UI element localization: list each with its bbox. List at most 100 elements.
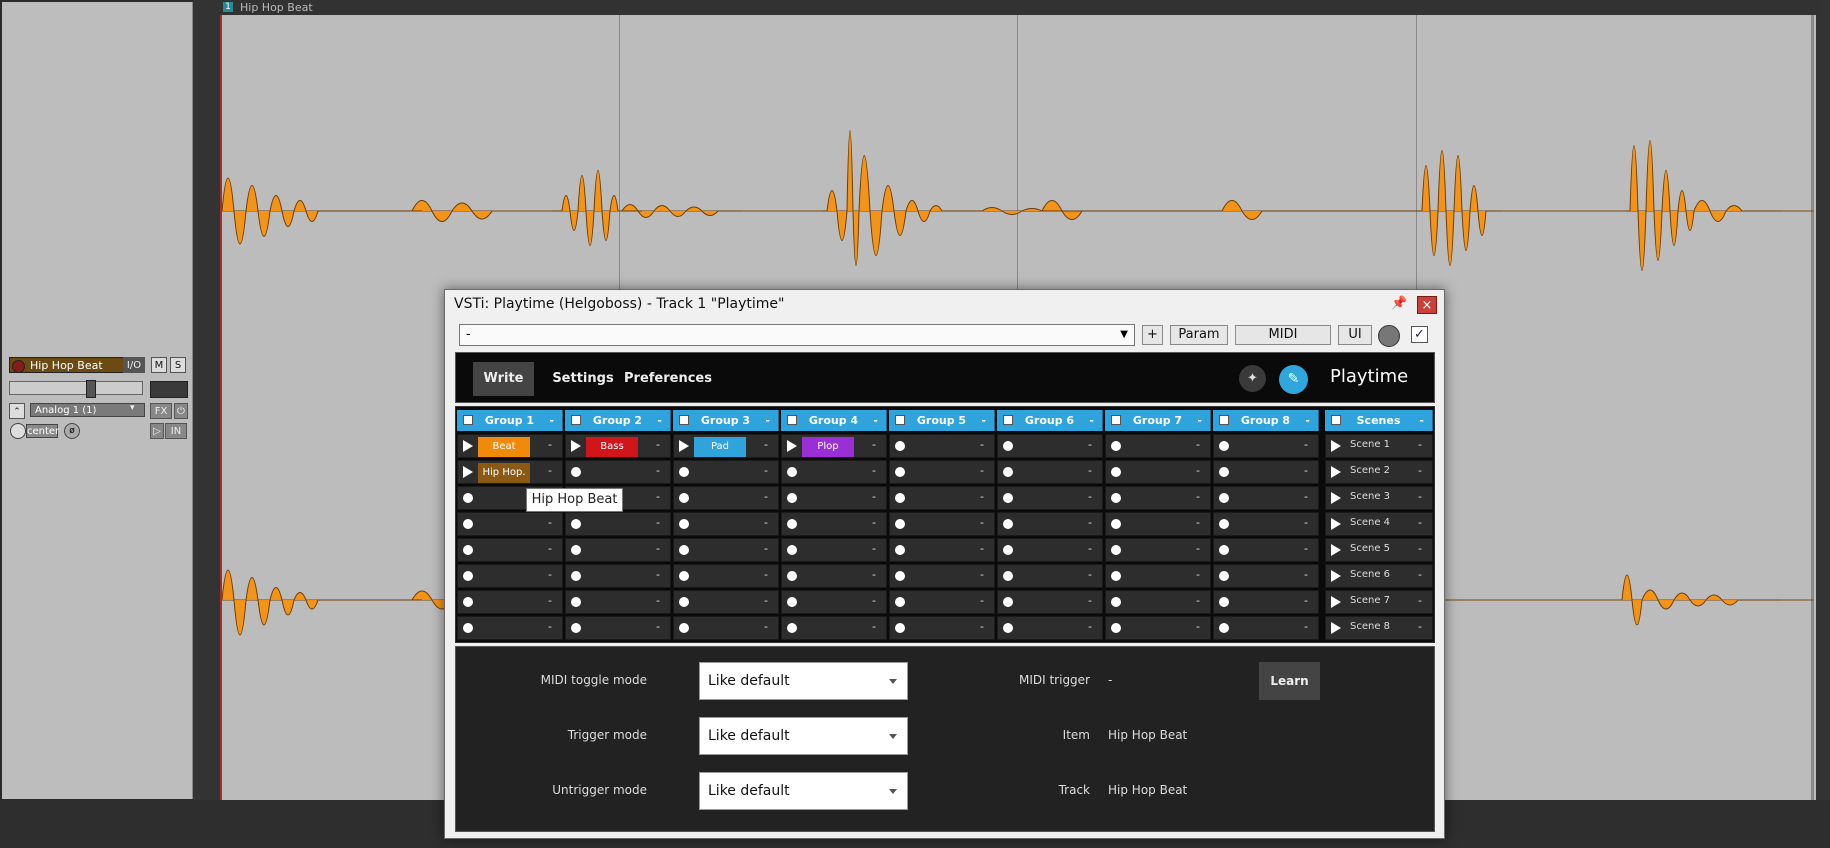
clip-slot[interactable]: - — [1213, 460, 1319, 484]
midi-toggle-mode-select[interactable]: Like default — [699, 662, 908, 700]
slot-menu[interactable]: - — [548, 542, 552, 555]
slot-menu[interactable]: - — [656, 438, 660, 451]
record-slot-icon[interactable] — [895, 571, 905, 581]
slot-menu[interactable]: - — [1196, 594, 1200, 607]
record-slot-icon[interactable] — [1003, 441, 1013, 451]
clip-slot[interactable]: - — [1213, 486, 1319, 510]
group-menu[interactable]: - — [549, 410, 554, 431]
slot-menu[interactable]: - — [656, 568, 660, 581]
slot-menu[interactable]: - — [548, 594, 552, 607]
slot-menu[interactable]: - — [1088, 568, 1092, 581]
play-icon[interactable] — [1331, 596, 1341, 608]
record-slot-icon[interactable] — [1219, 623, 1229, 633]
bypass-checkbox[interactable]: ✓ — [1411, 326, 1428, 343]
scene-menu[interactable]: - — [1418, 542, 1422, 555]
clip-slot[interactable]: - — [781, 512, 887, 536]
clip[interactable]: Beat — [478, 437, 530, 457]
slot-menu[interactable]: - — [872, 542, 876, 555]
monitor-icon[interactable]: ▷ — [150, 423, 164, 439]
record-slot-icon[interactable] — [787, 597, 797, 607]
scene-menu[interactable]: - — [1418, 516, 1422, 529]
clip-slot[interactable]: Bass - — [565, 434, 671, 458]
clip-slot[interactable]: - — [889, 538, 995, 562]
record-slot-icon[interactable] — [895, 493, 905, 503]
slot-menu[interactable]: - — [872, 594, 876, 607]
slot-menu[interactable]: - — [980, 490, 984, 503]
play-icon[interactable] — [1331, 518, 1341, 530]
clip-slot[interactable]: - — [565, 590, 671, 614]
clip-slot[interactable]: - — [1213, 564, 1319, 588]
scene-row[interactable]: Scene 6 - — [1325, 564, 1433, 588]
slot-menu[interactable]: - — [1196, 438, 1200, 451]
record-slot-icon[interactable] — [1111, 493, 1121, 503]
record-slot-icon[interactable] — [571, 545, 581, 555]
clip-slot[interactable]: - — [889, 434, 995, 458]
clip-slot[interactable]: - — [889, 512, 995, 536]
tab-preferences[interactable]: Preferences — [624, 362, 712, 396]
record-slot-icon[interactable] — [895, 545, 905, 555]
record-slot-icon[interactable] — [1219, 441, 1229, 451]
pan-knob[interactable] — [10, 423, 26, 439]
record-arm-button[interactable] — [12, 360, 25, 373]
clip-slot[interactable]: - — [457, 538, 563, 562]
slot-menu[interactable]: - — [548, 438, 552, 451]
record-slot-icon[interactable] — [571, 597, 581, 607]
slot-menu[interactable]: - — [1088, 438, 1092, 451]
slot-menu[interactable]: - — [1304, 464, 1308, 477]
record-slot-icon[interactable] — [787, 519, 797, 529]
clip-slot[interactable]: - — [889, 564, 995, 588]
record-slot-icon[interactable] — [787, 623, 797, 633]
slot-menu[interactable]: - — [1088, 516, 1092, 529]
add-preset-button[interactable]: + — [1142, 325, 1163, 345]
slot-menu[interactable]: - — [656, 516, 660, 529]
clip-slot[interactable]: - — [673, 460, 779, 484]
clip-slot[interactable]: - — [457, 564, 563, 588]
tab-write[interactable]: Write — [473, 362, 534, 396]
slot-menu[interactable]: - — [764, 464, 768, 477]
record-slot-icon[interactable] — [1003, 519, 1013, 529]
volume-fader[interactable] — [9, 381, 143, 395]
clip-slot[interactable]: - — [997, 460, 1103, 484]
clip-slot[interactable]: - — [1213, 616, 1319, 640]
play-icon[interactable] — [679, 440, 689, 452]
record-slot-icon[interactable] — [463, 571, 473, 581]
scene-menu[interactable]: - — [1418, 464, 1422, 477]
slot-menu[interactable]: - — [656, 490, 660, 503]
input-select[interactable]: Analog 1 (1) — [30, 403, 145, 417]
record-slot-icon[interactable] — [787, 571, 797, 581]
slot-menu[interactable]: - — [872, 620, 876, 633]
clip-slot[interactable]: - — [997, 512, 1103, 536]
group-menu[interactable]: - — [873, 410, 878, 431]
slot-menu[interactable]: - — [1196, 516, 1200, 529]
scene-menu[interactable]: - — [1418, 620, 1422, 633]
clip-slot[interactable]: - — [1213, 538, 1319, 562]
record-slot-icon[interactable] — [1219, 597, 1229, 607]
close-button[interactable]: × — [1417, 296, 1437, 314]
slot-menu[interactable]: - — [872, 490, 876, 503]
record-slot-icon[interactable] — [1111, 441, 1121, 451]
clip-slot[interactable]: - — [457, 590, 563, 614]
play-icon[interactable] — [1331, 622, 1341, 634]
slot-menu[interactable]: - — [1088, 490, 1092, 503]
input-monitor-button[interactable]: IN — [165, 423, 187, 439]
clip-slot[interactable]: Hip Hop. - — [457, 460, 563, 484]
ui-button[interactable]: UI — [1338, 325, 1372, 345]
scene-row[interactable]: Scene 5 - — [1325, 538, 1433, 562]
trigger-mode-select[interactable]: Like default — [699, 717, 908, 755]
group-menu[interactable]: - — [1089, 410, 1094, 431]
clip-slot[interactable]: - — [997, 486, 1103, 510]
record-slot-icon[interactable] — [463, 493, 473, 503]
scene-menu[interactable]: - — [1418, 594, 1422, 607]
slot-menu[interactable]: - — [548, 516, 552, 529]
clip-slot[interactable]: - — [889, 616, 995, 640]
record-slot-icon[interactable] — [895, 467, 905, 477]
slot-menu[interactable]: - — [656, 620, 660, 633]
scene-menu[interactable]: - — [1418, 568, 1422, 581]
clip-slot[interactable]: - — [565, 564, 671, 588]
fx-bypass-icon[interactable]: ⏻ — [174, 403, 188, 419]
clip-slot[interactable]: - — [781, 590, 887, 614]
clip-slot[interactable]: - — [781, 460, 887, 484]
record-slot-icon[interactable] — [1219, 493, 1229, 503]
clip-slot[interactable]: - — [565, 616, 671, 640]
scene-row[interactable]: Scene 8 - — [1325, 616, 1433, 640]
